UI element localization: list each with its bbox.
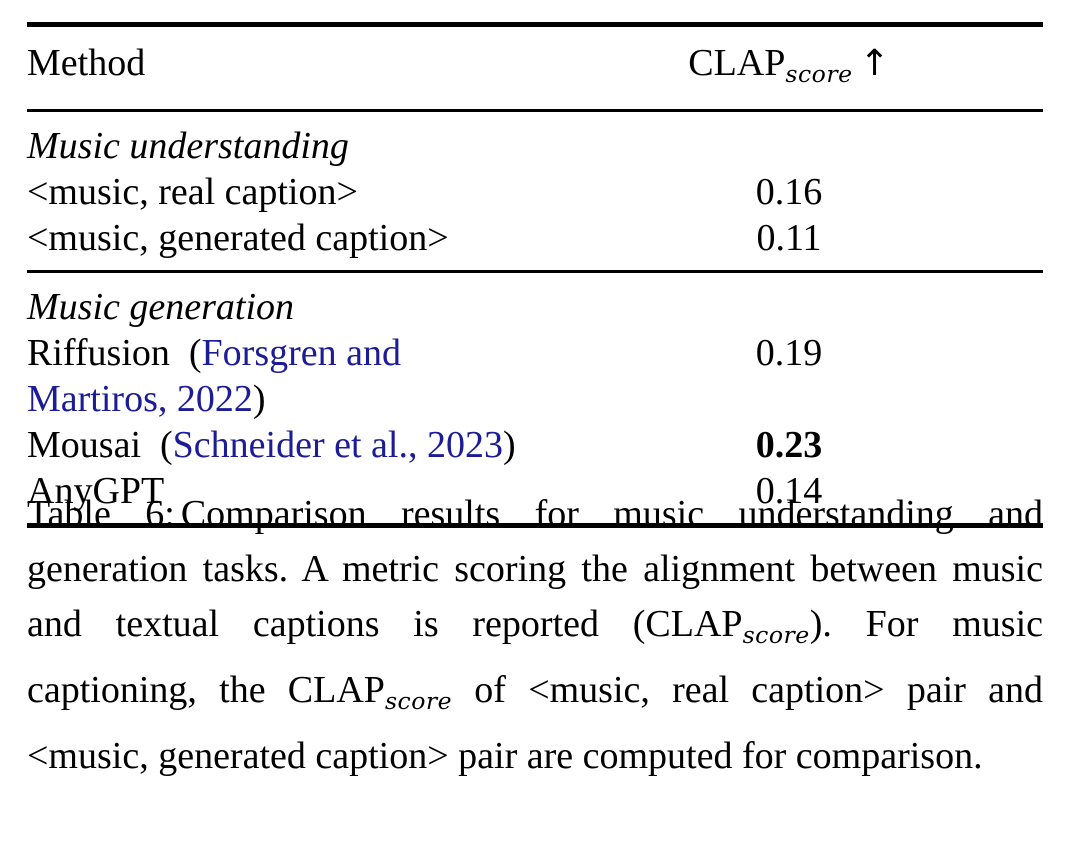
table-spacer-row (27, 112, 1043, 123)
row-method-label: <music, generated caption> (27, 217, 449, 260)
table-row: <music, generated caption> 0.11 (27, 215, 1043, 261)
table-spacer-row (27, 97, 1043, 109)
caption-label: Table 6: (27, 493, 175, 535)
spacer-cell (27, 273, 535, 284)
column-header-score-subscript: score (785, 60, 853, 89)
citation-open-paren: ( (188, 332, 202, 375)
row-score-value-best: 0.23 (755, 424, 823, 467)
table-row: <music, real caption> 0.16 (27, 169, 1043, 215)
row-method-label: Mousai (27, 424, 141, 467)
spacer-cell (535, 97, 1043, 109)
up-arrow-icon: ↑ (859, 42, 890, 84)
row-method-label: <music, real caption> (27, 171, 358, 214)
citation-open-paren: ( (160, 424, 173, 467)
citation-close-paren: ) (502, 424, 516, 467)
row-score-value: 0.19 (755, 332, 823, 375)
spacer-cell (535, 273, 1043, 284)
spacer-cell (27, 27, 535, 40)
column-header-score: CLAPscore ↑ (535, 40, 1043, 97)
table-spacer-row (27, 27, 1043, 40)
row-score-value: 0.11 (756, 217, 822, 260)
table-spacer-row (27, 261, 1043, 270)
citation-close-paren: ) (252, 378, 266, 421)
table-spacer-row (27, 273, 1043, 284)
spacer-cell (535, 261, 1043, 270)
table-row: Riffusion (Forsgren and Martiros, 2022) … (27, 330, 1043, 422)
column-header-method: Method (27, 42, 146, 84)
group-label-score-empty (535, 123, 1043, 169)
citation-link[interactable]: Schneider et al., 2023 (173, 424, 503, 466)
table-group-header-row: Music understanding (27, 123, 1043, 169)
table-row: Mousai (Schneider et al., 2023) 0.23 (27, 422, 1043, 468)
column-header-score-base: CLAP (688, 42, 786, 84)
group-label-music-generation: Music generation (27, 286, 295, 329)
row-method-label: Riffusion (27, 332, 170, 375)
row-method-riffusion: Riffusion (Forsgren and Martiros, 2022) (27, 330, 535, 422)
spacer-cell (535, 112, 1043, 123)
row-method-mousai: Mousai (Schneider et al., 2023) (27, 422, 535, 468)
spacer-cell (27, 97, 535, 109)
table-group-music-understanding: Music understanding <music, real caption… (27, 112, 1043, 270)
spacer-cell (27, 112, 535, 123)
caption-subscript-1: score (742, 621, 810, 650)
spacer-cell (535, 27, 1043, 40)
group-label-score-empty (535, 284, 1043, 330)
table-group-header-row: Music generation (27, 284, 1043, 330)
table-figure-page: Method CLAPscore ↑ Music understanding <… (0, 0, 1080, 859)
spacer-cell (27, 261, 535, 270)
table-header-row: Method CLAPscore ↑ (27, 40, 1043, 97)
group-label-music-understanding: Music understanding (27, 125, 349, 168)
table-group-music-generation: Music generation Riffusion (Forsgren and… (27, 273, 1043, 523)
table-caption: Table 6: Comparison results for music und… (27, 487, 1043, 784)
results-table: Method CLAPscore ↑ Music understanding <… (27, 22, 1043, 529)
table-grid: Method CLAPscore ↑ (27, 27, 1043, 109)
row-score-value: 0.16 (755, 171, 823, 214)
caption-subscript-2: score (384, 687, 453, 716)
